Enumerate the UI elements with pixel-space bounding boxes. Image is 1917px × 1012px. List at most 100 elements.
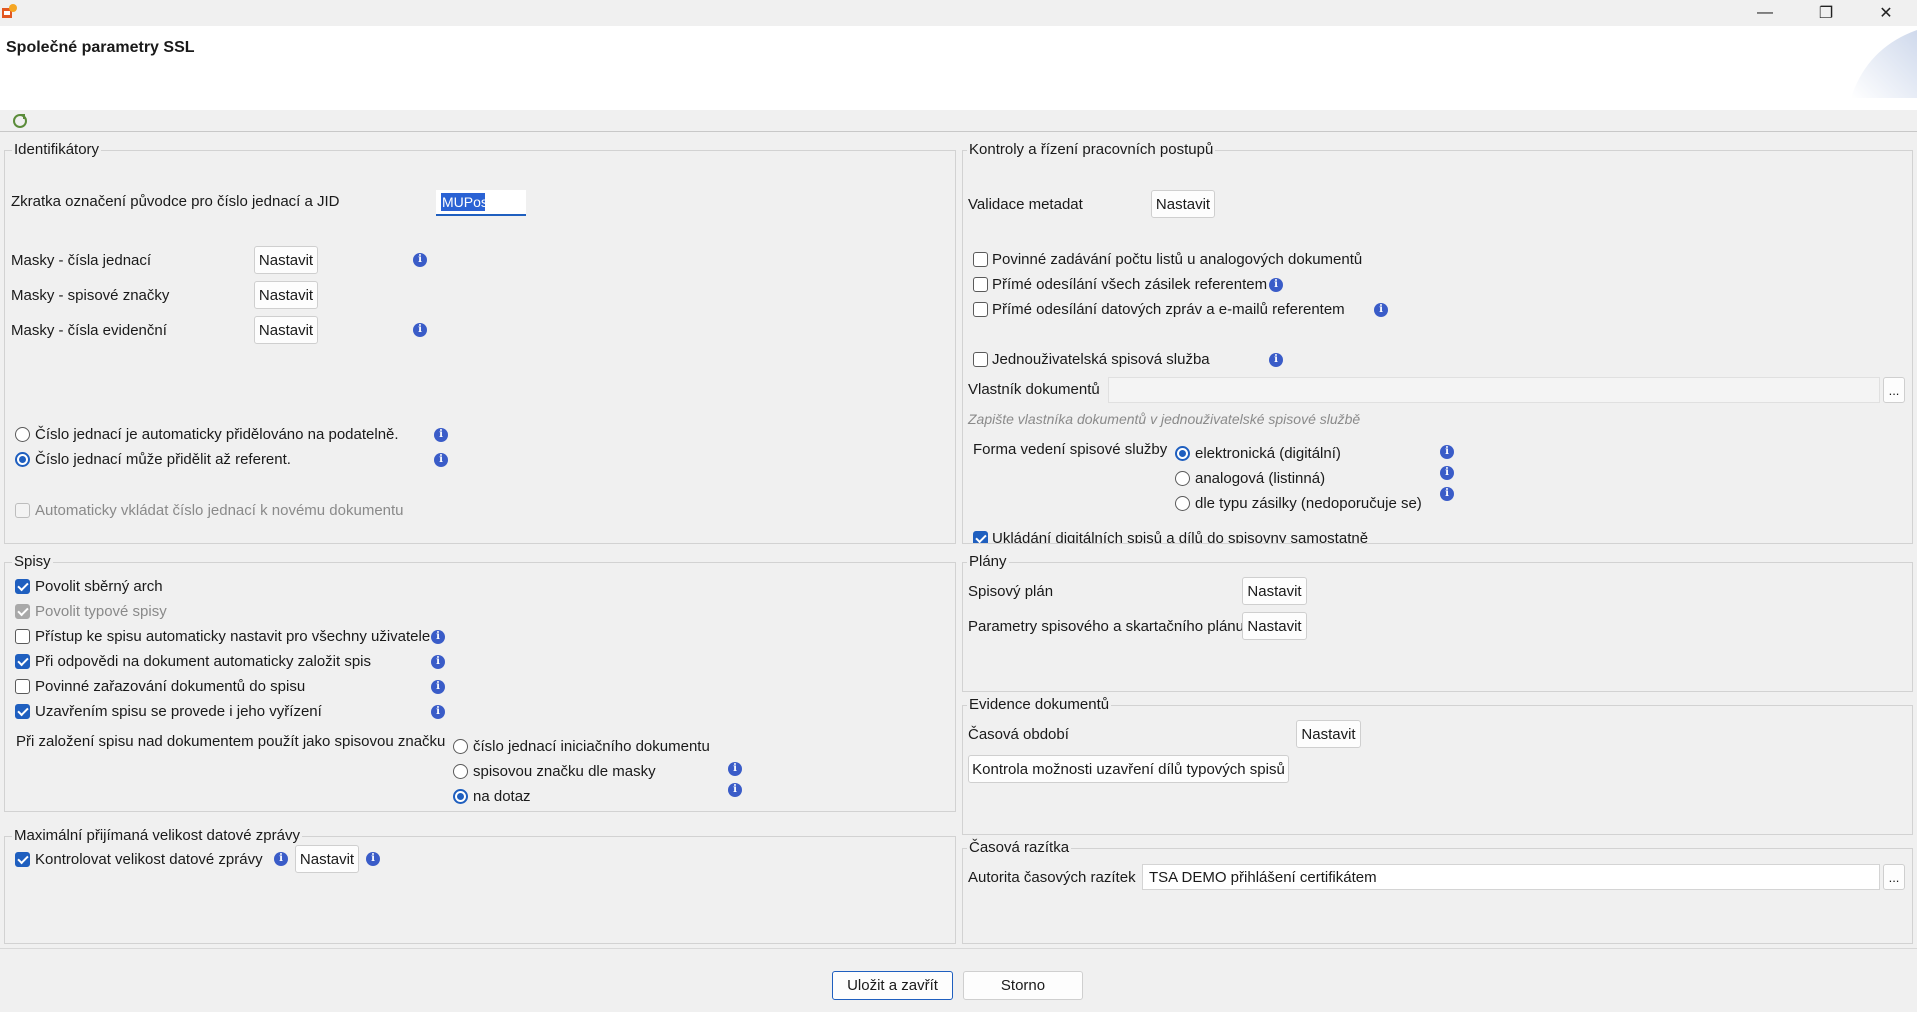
kontrolovat-label[interactable]: Kontrolovat velikost datové zprávy (35, 851, 263, 868)
close-icon: ✕ (1879, 5, 1893, 22)
znacka-cislo-jednaci-radio[interactable] (453, 739, 468, 754)
znacka-na-dotaz-radio[interactable] (453, 789, 468, 804)
info-icon[interactable]: i (274, 852, 288, 866)
app-logo-icon (0, 2, 20, 22)
info-icon[interactable]: i (431, 655, 445, 669)
vlastnik-browse-button: ... (1883, 377, 1905, 403)
info-icon[interactable]: i (1440, 466, 1454, 480)
autorita-browse-button[interactable]: ... (1883, 864, 1905, 890)
jednouzivatelska-checkbox[interactable] (973, 352, 988, 367)
znacka-dle-masky-radio[interactable] (453, 764, 468, 779)
povinne-zadavani-checkbox[interactable] (973, 252, 988, 267)
kontrola-uzavreni-button[interactable]: Kontrola možnosti uzavření dílů typových… (968, 755, 1289, 783)
validace-nastavit-button[interactable]: Nastavit (1151, 190, 1215, 218)
radio-referent[interactable] (15, 452, 30, 467)
info-icon[interactable]: i (1440, 487, 1454, 501)
radio-referent-label[interactable]: Číslo jednací může přidělit až referent. (35, 451, 291, 468)
masky-cisla-jednaci-nastavit-button[interactable]: Nastavit (254, 246, 318, 274)
restore-icon: ❐ (1818, 5, 1834, 22)
autorita-field[interactable]: TSA DEMO přihlášení certifikátem (1142, 864, 1880, 890)
znacka-cislo-jednaci-label[interactable]: číslo jednací iniciačního dokumentu (473, 738, 710, 755)
cancel-button[interactable]: Storno (963, 971, 1083, 1000)
kontroly-group (962, 150, 1913, 544)
refresh-icon[interactable] (12, 113, 28, 129)
header-decoration (1837, 30, 1917, 98)
kontroly-title: Kontroly a řízení pracovních postupů (967, 141, 1216, 158)
info-icon[interactable]: i (431, 630, 445, 644)
vlastnik-field (1108, 377, 1880, 403)
restore-window-button[interactable]: ❐ (1797, 0, 1855, 26)
ukladani-checkbox[interactable] (973, 531, 988, 543)
info-icon[interactable]: i (434, 428, 448, 442)
maximalni-title: Maximální přijímaná velikost datové zprá… (12, 827, 302, 844)
forma-elektronicka-radio[interactable] (1175, 446, 1190, 461)
radio-auto-podatelna-label[interactable]: Číslo jednací je automaticky přidělováno… (35, 426, 399, 443)
masky-cisla-evidencni-label: Masky - čísla evidenční (11, 322, 167, 339)
pri-odpovedi-checkbox[interactable] (15, 654, 30, 669)
identifikatory-title: Identifikátory (12, 141, 102, 158)
minimize-icon: — (1757, 4, 1773, 21)
masky-spisove-znacky-nastavit-button[interactable]: Nastavit (254, 281, 318, 309)
info-icon[interactable]: i (1374, 303, 1388, 317)
forma-dle-typu-radio[interactable] (1175, 496, 1190, 511)
casova-obdobi-label: Časová období (968, 726, 1069, 743)
save-and-close-button[interactable]: Uložit a zavřít (832, 971, 953, 1000)
plany-title: Plány (967, 553, 1009, 570)
zkratka-label: Zkratka označení původce pro číslo jedna… (11, 193, 340, 210)
ukladani-label[interactable]: Ukládání digitálních spisů a dílů do spi… (992, 530, 1368, 543)
zkratka-input[interactable] (436, 190, 526, 216)
info-icon[interactable]: i (431, 680, 445, 694)
znacka-dle-masky-label[interactable]: spisovou značku dle masky (473, 763, 656, 780)
spisovy-plan-nastavit-button[interactable]: Nastavit (1242, 577, 1307, 605)
prime-odesilani-zprav-checkbox[interactable] (973, 302, 988, 317)
info-icon[interactable]: i (1440, 445, 1454, 459)
povinne-zadavani-label[interactable]: Povinné zadávání počtu listů u analogový… (992, 251, 1362, 268)
povinne-zarazovani-checkbox[interactable] (15, 679, 30, 694)
info-icon[interactable]: i (431, 705, 445, 719)
pristup-label[interactable]: Přístup ke spisu automaticky nastavit pr… (35, 628, 430, 645)
parametry-nastavit-button[interactable]: Nastavit (1242, 612, 1307, 640)
jednouzivatelska-label[interactable]: Jednouživatelská spisová služba (992, 351, 1210, 368)
forma-analogova-label[interactable]: analogová (listinná) (1195, 470, 1325, 487)
vlastnik-hint: Zapište vlastníka dokumentů v jednouživa… (968, 411, 1361, 427)
pristup-checkbox[interactable] (15, 629, 30, 644)
info-icon[interactable]: i (728, 762, 742, 776)
page-title: Společné parametry SSL (6, 39, 195, 56)
info-icon[interactable]: i (1269, 353, 1283, 367)
evidence-title: Evidence dokumentů (967, 696, 1112, 713)
close-window-button[interactable]: ✕ (1857, 0, 1915, 26)
uzavrenim-checkbox[interactable] (15, 704, 30, 719)
prime-odesilani-zasilek-label[interactable]: Přímé odesílání všech zásilek referentem (992, 276, 1267, 293)
kontrolovat-nastavit-button[interactable]: Nastavit (295, 845, 359, 873)
znacka-na-dotaz-label[interactable]: na dotaz (473, 788, 531, 805)
dialog-header (0, 26, 1917, 110)
povolit-sberny-checkbox[interactable] (15, 579, 30, 594)
povolit-sberny-label[interactable]: Povolit sběrný arch (35, 578, 163, 595)
pri-odpovedi-label[interactable]: Při odpovědi na dokument automaticky zal… (35, 653, 371, 670)
ukladani-row: Ukládání digitálních spisů a dílů do spi… (963, 528, 1912, 543)
info-icon[interactable]: i (366, 852, 380, 866)
kontrolovat-checkbox[interactable] (15, 852, 30, 867)
pri-zalozeni-label: Při založení spisu nad dokumentem použít… (16, 733, 446, 750)
info-icon[interactable]: i (434, 453, 448, 467)
forma-analogova-radio[interactable] (1175, 471, 1190, 486)
masky-cisla-evidencni-nastavit-button[interactable]: Nastavit (254, 316, 318, 344)
razitka-title: Časová razítka (967, 839, 1072, 856)
info-icon[interactable]: i (413, 323, 427, 337)
minimize-window-button[interactable]: — (1736, 0, 1794, 26)
info-icon[interactable]: i (1269, 278, 1283, 292)
povinne-zarazovani-label[interactable]: Povinné zařazování dokumentů do spisu (35, 678, 305, 695)
radio-auto-podatelna[interactable] (15, 427, 30, 442)
prime-odesilani-zasilek-checkbox[interactable] (973, 277, 988, 292)
window-titlebar (0, 0, 1917, 26)
masky-cisla-jednaci-label: Masky - čísla jednací (11, 252, 152, 269)
info-icon[interactable]: i (728, 783, 742, 797)
casova-obdobi-nastavit-button[interactable]: Nastavit (1296, 720, 1361, 748)
forma-dle-typu-label[interactable]: dle typu zásilky (nedoporučuje se) (1195, 495, 1422, 512)
info-icon[interactable]: i (413, 253, 427, 267)
uzavrenim-label[interactable]: Uzavřením spisu se provede i jeho vyříze… (35, 703, 322, 720)
spisy-title: Spisy (12, 553, 53, 570)
prime-odesilani-zprav-label[interactable]: Přímé odesílání datových zpráv a e-mailů… (992, 301, 1345, 318)
forma-elektronicka-label[interactable]: elektronická (digitální) (1195, 445, 1341, 462)
forma-label: Forma vedení spisové služby (973, 441, 1168, 458)
